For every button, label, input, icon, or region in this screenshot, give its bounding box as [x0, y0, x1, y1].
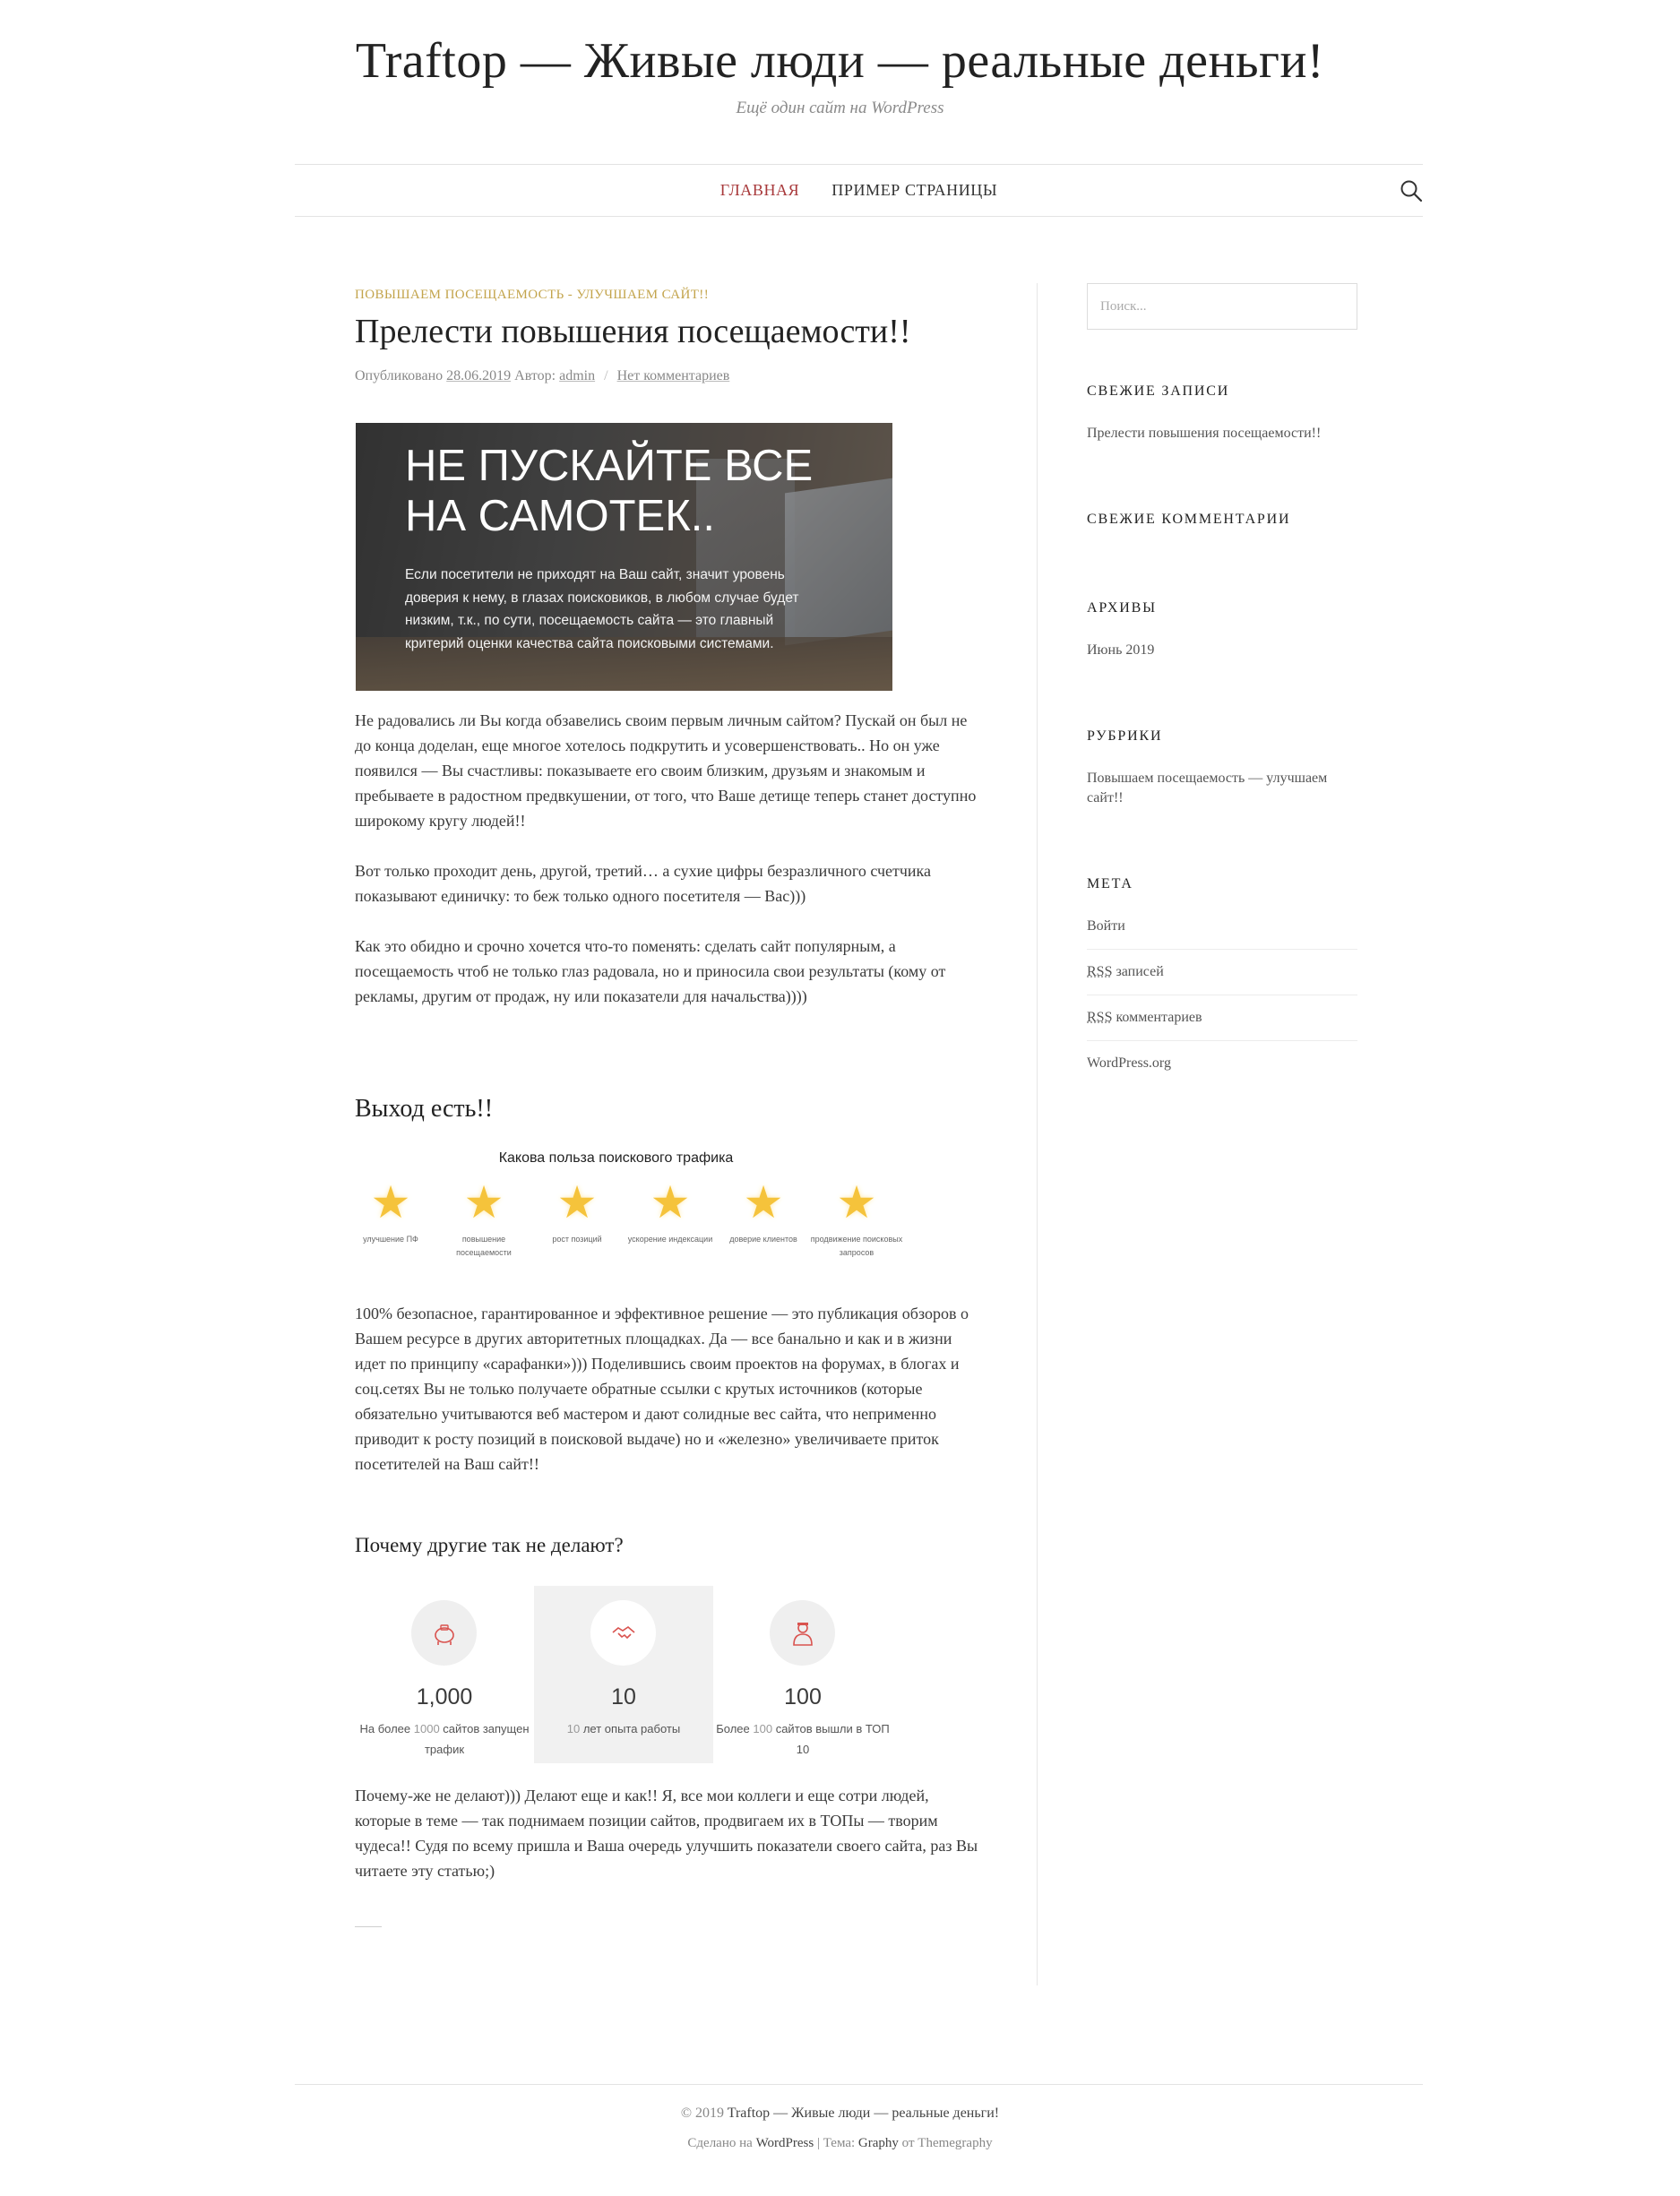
- post-comments-link[interactable]: Нет комментариев: [617, 368, 730, 383]
- footer-author-link[interactable]: Themegraphy: [918, 2136, 992, 2150]
- meta-link-wordpress-org[interactable]: WordPress.org: [1087, 1054, 1357, 1073]
- meta-link-login[interactable]: Войти: [1087, 917, 1357, 936]
- benefit-label: продвижение поисковых запросов: [810, 1235, 903, 1257]
- stat-caption: Более 100 сайтов вышли в ТОП 10: [716, 1722, 890, 1756]
- sidebar-search-input[interactable]: [1087, 283, 1357, 330]
- footer-copyright: © 2019 Traftop — Живые люди — реальные д…: [0, 2106, 1680, 2122]
- post-banner-image: НЕ ПУСКАЙТЕ ВСЕ НА САМОТЕК.. Если посети…: [356, 423, 892, 691]
- site-header: Traftop — Живые люди — реальные деньги! …: [0, 0, 1680, 222]
- footer-theme-link[interactable]: Graphy: [858, 2136, 899, 2150]
- piggy-bank-icon: [411, 1600, 477, 1666]
- site-title[interactable]: Traftop — Живые люди — реальные деньги!: [0, 32, 1680, 90]
- archive-link-june-2019[interactable]: Июнь 2019: [1087, 641, 1357, 660]
- stat-item-sites: 1,000 На более 1000 сайтов запущен трафи…: [355, 1586, 534, 1763]
- meta-separator: /: [604, 368, 608, 383]
- person-icon: [770, 1600, 835, 1666]
- category-link[interactable]: Повышаем посещаемость — улучшаем сайт!!: [1087, 769, 1357, 808]
- stat-item-experience: 10 10 лет опыта работы: [534, 1586, 713, 1763]
- post-category-link[interactable]: ПОВЫШАЕМ ПОСЕЩАЕМОСТЬ - УЛУЧШАЕМ САЙТ!!: [355, 288, 709, 303]
- star-icon: ★: [370, 1177, 411, 1227]
- heading-why: Почему другие так не делают?: [355, 1534, 624, 1556]
- content-sidebar-divider: [1037, 283, 1038, 1985]
- star-icon: ★: [836, 1177, 877, 1227]
- handshake-icon: [590, 1600, 656, 1666]
- star-icon: ★: [743, 1177, 784, 1227]
- stat-number: 100: [784, 1684, 822, 1709]
- nav-items: ГЛАВНАЯ ПРИМЕР СТРАНИЦЫ: [295, 165, 1423, 216]
- theme-label: Тема:: [823, 2136, 856, 2150]
- stats-block: 1,000 На более 1000 сайтов запущен трафи…: [355, 1586, 892, 1763]
- banner-text: Если посетители не приходят на Ваш сайт,…: [405, 567, 799, 651]
- nav-item-sample-page[interactable]: ПРИМЕР СТРАНИЦЫ: [831, 181, 997, 200]
- widget-title-categories: РУБРИКИ: [1087, 728, 1163, 744]
- heading-exit: Выход есть!!: [355, 1095, 494, 1123]
- nav-item-home[interactable]: ГЛАВНАЯ: [720, 181, 799, 200]
- star-icon: ★: [650, 1177, 691, 1227]
- benefit-item: ★ повышение посещаемости: [437, 1176, 530, 1260]
- copyright-prefix: © 2019: [680, 2106, 725, 2121]
- widget-title-recent-comments: СВЕЖИЕ КОММЕНТАРИИ: [1087, 512, 1291, 527]
- post-meta: Опубликовано 28.06.2019 Автор: admin / Н…: [355, 368, 729, 384]
- footer-pipe: |: [816, 2136, 820, 2150]
- stat-caption: На более 1000 сайтов запущен трафик: [359, 1722, 530, 1756]
- post-paragraph-2: Вот только проходит день, другой, третий…: [355, 862, 932, 905]
- benefit-item: ★ доверие клиентов: [717, 1176, 810, 1246]
- benefits-title: Какова польза поискового трафика: [498, 1150, 734, 1166]
- meta-link-rss-posts[interactable]: RSS записей: [1087, 962, 1357, 982]
- post-author-link[interactable]: admin: [559, 368, 595, 383]
- benefit-item: ★ улучшение ПФ: [344, 1176, 437, 1246]
- stat-caption: 10 лет опыта работы: [566, 1722, 681, 1735]
- by-label: от: [901, 2136, 915, 2150]
- widget-title-meta: МЕТА: [1087, 876, 1133, 891]
- footer-divider: [295, 2084, 1423, 2085]
- author-label: Автор:: [514, 368, 556, 383]
- benefit-item: ★ рост позиций: [530, 1176, 624, 1246]
- post-paragraph-solution: 100% безопасное, гарантированное и эффек…: [355, 1305, 969, 1473]
- benefit-label: улучшение ПФ: [363, 1235, 418, 1244]
- widget-title-recent-posts: СВЕЖИЕ ЗАПИСИ: [1087, 383, 1230, 399]
- footer-wordpress-link[interactable]: WordPress: [756, 2136, 814, 2150]
- search-icon[interactable]: [1400, 179, 1423, 202]
- benefit-item: ★ продвижение поисковых запросов: [810, 1176, 903, 1260]
- post-title[interactable]: Прелести повышения посещаемости!!: [355, 312, 911, 351]
- post-end-divider: [355, 1926, 382, 1927]
- post-paragraph-3: Как это обидно и срочно хочется что-то п…: [355, 937, 946, 1005]
- meta-separator: [1087, 1040, 1357, 1041]
- main-navigation: ГЛАВНАЯ ПРИМЕР СТРАНИЦЫ: [295, 164, 1423, 217]
- footer-site-link[interactable]: Traftop — Живые люди — реальные деньги!: [728, 2106, 999, 2121]
- benefit-item: ★ ускорение индексации: [624, 1176, 717, 1246]
- star-icon: ★: [463, 1177, 504, 1227]
- widget-title-archives: АРХИВЫ: [1087, 600, 1157, 616]
- site-description: Ещё один сайт на WordPress: [736, 99, 944, 117]
- benefit-label: ускорение индексации: [627, 1235, 713, 1244]
- benefit-label: доверие клиентов: [729, 1235, 797, 1244]
- footer-credits: Сделано на WordPress | Тема: Graphy от T…: [0, 2136, 1680, 2151]
- post-paragraph-final: Почему-же не делают))) Делают еще и как!…: [355, 1787, 978, 1880]
- post-paragraph-1: Не радовались ли Вы когда обзавелись сво…: [355, 711, 977, 830]
- benefits-infographic: Какова польза поискового трафика ★ улучш…: [355, 1150, 902, 1267]
- benefit-label: повышение посещаемости: [456, 1235, 512, 1257]
- stat-item-top: 100 Более 100 сайтов вышли в ТОП 10: [713, 1586, 892, 1763]
- recent-post-link[interactable]: Прелести повышения посещаемости!!: [1087, 424, 1357, 444]
- post-date-link[interactable]: 28.06.2019: [446, 368, 511, 383]
- stat-number: 10: [611, 1684, 636, 1709]
- benefit-label: рост позиций: [552, 1235, 602, 1244]
- meta-link-rss-comments[interactable]: RSS комментариев: [1087, 1008, 1357, 1028]
- published-label: Опубликовано: [355, 368, 444, 383]
- star-icon: ★: [556, 1177, 598, 1227]
- stat-number: 1,000: [416, 1684, 473, 1709]
- made-on-label: Сделано на: [687, 2136, 753, 2150]
- banner-heading: НЕ ПУСКАЙТЕ ВСЕ НА САМОТЕК..: [405, 442, 814, 540]
- meta-separator: [1087, 949, 1357, 950]
